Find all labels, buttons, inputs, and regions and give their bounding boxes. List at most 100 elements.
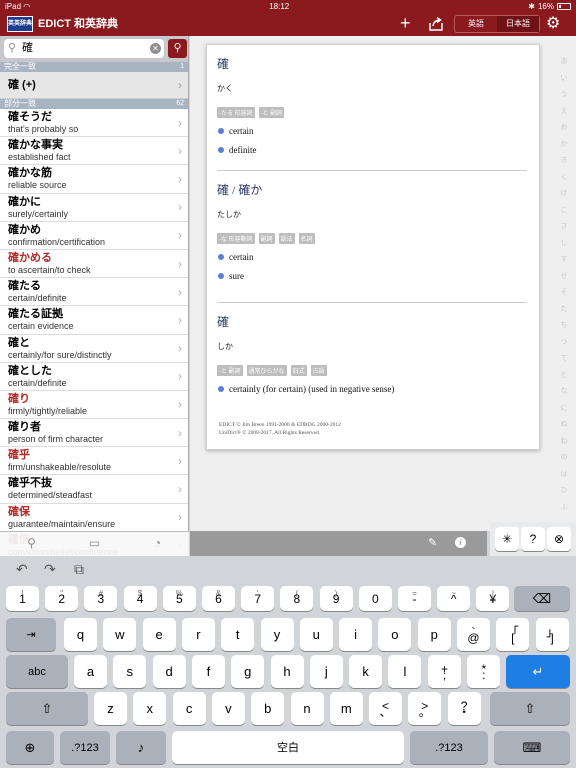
- kana-index-letter[interactable]: す: [557, 252, 571, 269]
- letter-key[interactable]: l: [388, 655, 422, 688]
- number-key[interactable]: & 6: [202, 586, 235, 611]
- number-key[interactable]: % 5: [162, 586, 196, 611]
- letter-key[interactable]: p: [417, 618, 451, 651]
- add-button[interactable]: +: [400, 13, 411, 33]
- search-input[interactable]: 確: [22, 41, 33, 56]
- result-row[interactable]: 確とした certain/definite ›: [0, 363, 188, 391]
- kana-index-letter[interactable]: き: [557, 153, 571, 170]
- tab-key[interactable]: ⇥: [6, 618, 56, 651]
- keyboard-dismiss-icon[interactable]: ⌨: [494, 731, 570, 764]
- letter-key[interactable]: r: [181, 618, 215, 651]
- exact-match-item[interactable]: 確 (+) ›: [0, 72, 188, 99]
- kana-index-letter[interactable]: ち: [557, 318, 571, 335]
- number-key[interactable]: ~ ^: [437, 586, 471, 611]
- symbol-key[interactable]: +;: [428, 655, 461, 688]
- kana-index-letter[interactable]: こ: [557, 203, 571, 220]
- letter-key[interactable]: e: [142, 618, 176, 651]
- letter-key[interactable]: g: [231, 655, 265, 688]
- search-field[interactable]: ⚲ 確 ✕: [4, 39, 164, 58]
- letter-key[interactable]: c: [172, 692, 206, 725]
- symbol-key[interactable]: ` @: [457, 618, 490, 651]
- number-key[interactable]: ) 9: [319, 586, 353, 611]
- segment-japanese[interactable]: 日本語: [497, 16, 539, 32]
- number-key[interactable]: (8: [280, 586, 314, 611]
- kana-index-letter[interactable]: せ: [557, 269, 571, 286]
- result-row[interactable]: 確乎不抜 determined/steadfast ›: [0, 475, 188, 504]
- caps-key[interactable]: abc: [6, 655, 68, 688]
- letter-key[interactable]: x: [133, 692, 167, 725]
- tab-book-icon[interactable]: ▭: [63, 532, 126, 556]
- redo-icon[interactable]: ↷: [44, 561, 56, 578]
- kana-index-letter[interactable]: ぬ: [557, 417, 571, 434]
- letter-key[interactable]: a: [74, 655, 107, 688]
- letter-key[interactable]: s: [113, 655, 147, 688]
- result-row[interactable]: 確保 guarantee/maintain/ensure ›: [0, 504, 188, 532]
- kana-index-letter[interactable]: ふ: [557, 500, 571, 517]
- kana-index-letter[interactable]: な: [557, 384, 571, 401]
- number-key[interactable]: " 2: [45, 586, 79, 611]
- close-circle-icon[interactable]: ⊗: [547, 527, 571, 551]
- space-key[interactable]: 空白: [172, 731, 404, 764]
- kana-index-letter[interactable]: あ: [557, 54, 571, 71]
- kana-index-letter[interactable]: の: [557, 450, 571, 467]
- kana-index-letter[interactable]: は: [557, 467, 571, 484]
- kana-index-letter[interactable]: え: [557, 104, 571, 121]
- clear-icon[interactable]: ✕: [150, 43, 161, 54]
- number-key[interactable]: ' 7: [241, 586, 275, 611]
- symbol-key[interactable]: ? ・: [447, 692, 481, 725]
- number-key[interactable]: | ¥: [476, 586, 510, 611]
- letter-key[interactable]: k: [349, 655, 383, 688]
- symbol-key[interactable]: <、: [369, 692, 402, 725]
- letter-key[interactable]: v: [211, 692, 245, 725]
- result-row[interactable]: 確と certainly/for sure/distinctly ›: [0, 335, 188, 363]
- letter-key[interactable]: i: [339, 618, 373, 651]
- result-row[interactable]: 確たる certain/definite ›: [0, 278, 188, 307]
- letter-key[interactable]: u: [299, 618, 333, 651]
- shift-icon[interactable]: ⇧: [6, 692, 88, 725]
- globe-icon[interactable]: ⊕: [6, 731, 54, 764]
- letter-key[interactable]: h: [270, 655, 304, 688]
- share-icon[interactable]: [428, 16, 444, 32]
- gear-icon[interactable]: ⚙: [546, 14, 560, 34]
- info-icon[interactable]: i: [455, 537, 466, 548]
- help-key[interactable]: ?: [521, 527, 545, 551]
- result-row[interactable]: 確かめる to ascertain/to check ›: [0, 250, 188, 279]
- result-row[interactable]: 確かめ confirmation/certification ›: [0, 222, 188, 250]
- numbers-key[interactable]: .?123: [410, 731, 488, 764]
- kana-index-letter[interactable]: ね: [557, 434, 571, 451]
- letter-key[interactable]: f: [191, 655, 225, 688]
- result-row[interactable]: 確かに surely/certainly ›: [0, 194, 188, 222]
- kana-index-letter[interactable]: て: [557, 351, 571, 368]
- kana-index-letter[interactable]: く: [557, 170, 571, 187]
- tab-search-icon[interactable]: ⚲: [0, 532, 63, 556]
- letter-key[interactable]: b: [251, 692, 285, 725]
- letter-key[interactable]: m: [329, 692, 363, 725]
- segment-english[interactable]: 英語: [455, 16, 497, 32]
- kana-index-letter[interactable]: に: [557, 401, 571, 418]
- return-icon[interactable]: ↵: [506, 655, 570, 688]
- symbol-key[interactable]: 「[: [496, 618, 530, 651]
- result-row[interactable]: 確り者 person of firm character ›: [0, 419, 188, 448]
- kana-index-letter[interactable]: つ: [557, 335, 571, 352]
- microphone-icon[interactable]: ♪: [116, 731, 166, 764]
- letter-key[interactable]: j: [309, 655, 343, 688]
- tab-history-icon[interactable]: ◔: [126, 532, 189, 556]
- kana-index-letter[interactable]: た: [557, 302, 571, 319]
- letter-key[interactable]: o: [378, 618, 412, 651]
- numbers-key[interactable]: .?123: [60, 731, 110, 764]
- letter-key[interactable]: z: [94, 692, 127, 725]
- letter-key[interactable]: d: [152, 655, 186, 688]
- letter-key[interactable]: y: [260, 618, 294, 651]
- kana-index-letter[interactable]: そ: [557, 285, 571, 302]
- symbol-key[interactable]: *:: [467, 655, 501, 688]
- letter-key[interactable]: q: [64, 618, 97, 651]
- result-row[interactable]: 確かな事実 established fact ›: [0, 137, 188, 166]
- result-row[interactable]: 確り firmly/tightly/reliable ›: [0, 391, 188, 420]
- kana-index-letter[interactable]: と: [557, 368, 571, 385]
- letter-key[interactable]: t: [221, 618, 255, 651]
- letter-key[interactable]: w: [103, 618, 137, 651]
- letter-key[interactable]: n: [290, 692, 324, 725]
- result-row[interactable]: 確そうだ that's probably so ›: [0, 109, 188, 138]
- kana-index-letter[interactable]: か: [557, 137, 571, 154]
- search-icon[interactable]: ⚲: [168, 39, 187, 58]
